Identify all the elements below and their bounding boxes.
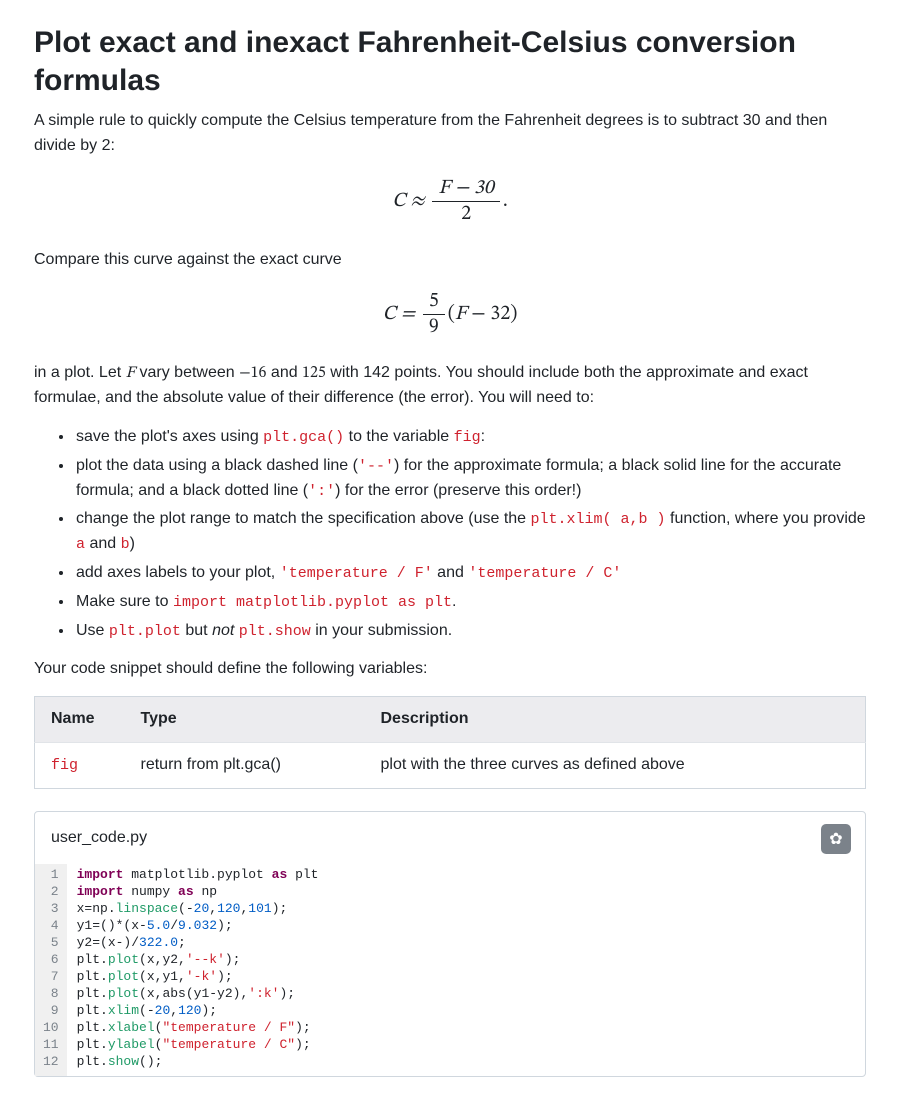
intro-paragraph: A simple rule to quickly compute the Cel… bbox=[34, 109, 866, 159]
list-item: change the plot range to match the speci… bbox=[74, 507, 866, 557]
compare-paragraph: Compare this curve against the exact cur… bbox=[34, 248, 866, 273]
code-token: plt.gca() bbox=[263, 429, 344, 446]
settings-button[interactable]: ✿ bbox=[821, 824, 851, 854]
code-token: import matplotlib.pyplot as plt bbox=[173, 594, 452, 611]
code-token: ':' bbox=[308, 483, 335, 500]
code-filename: user_code.py bbox=[51, 826, 147, 851]
equation-approx: C ≈ F − 30 2 . bbox=[34, 177, 866, 226]
col-name: Name bbox=[35, 697, 125, 743]
range-paragraph: in a plot. Let F vary between −16 and 12… bbox=[34, 361, 866, 411]
code-body[interactable]: import matplotlib.pyplot as plt import n… bbox=[67, 864, 865, 1076]
variables-table: Name Type Description fig return from pl… bbox=[34, 696, 866, 789]
col-type: Type bbox=[125, 697, 365, 743]
gear-icon: ✿ bbox=[829, 829, 842, 849]
line-number-gutter: 1 2 3 4 5 6 7 8 9 10 11 12 bbox=[35, 864, 67, 1076]
page-title: Plot exact and inexact Fahrenheit-Celsiu… bbox=[34, 24, 866, 99]
equation-exact: C = 5 9 (F − 32) bbox=[34, 290, 866, 339]
list-item: add axes labels to your plot, 'temperatu… bbox=[74, 561, 866, 586]
code-token: plt.show bbox=[239, 623, 311, 640]
list-item: save the plot's axes using plt.gca() to … bbox=[74, 425, 866, 450]
code-editor[interactable]: 1 2 3 4 5 6 7 8 9 10 11 12 import matplo… bbox=[35, 864, 865, 1076]
list-item: Make sure to import matplotlib.pyplot as… bbox=[74, 590, 866, 615]
code-token: plt.plot bbox=[109, 623, 181, 640]
variables-prompt: Your code snippet should define the foll… bbox=[34, 657, 866, 682]
code-panel: user_code.py ✿ 1 2 3 4 5 6 7 8 9 10 11 1… bbox=[34, 811, 866, 1077]
col-description: Description bbox=[365, 697, 866, 743]
code-token: '--' bbox=[358, 458, 394, 475]
list-item: plot the data using a black dashed line … bbox=[74, 454, 866, 504]
code-token: 'temperature / C' bbox=[468, 565, 621, 582]
code-token: fig bbox=[454, 429, 481, 446]
code-token: 'temperature / F' bbox=[280, 565, 433, 582]
code-token: a bbox=[76, 536, 85, 553]
list-item: Use plt.plot but not plt.show in your su… bbox=[74, 619, 866, 644]
var-type: return from plt.gca() bbox=[125, 742, 365, 788]
table-row: fig return from plt.gca() plot with the … bbox=[35, 742, 866, 788]
var-name: fig bbox=[51, 757, 78, 774]
code-token: b bbox=[121, 536, 130, 553]
var-desc: plot with the three curves as defined ab… bbox=[365, 742, 866, 788]
code-token: plt.xlim( a,b ) bbox=[531, 511, 666, 528]
instruction-list: save the plot's axes using plt.gca() to … bbox=[34, 425, 866, 643]
